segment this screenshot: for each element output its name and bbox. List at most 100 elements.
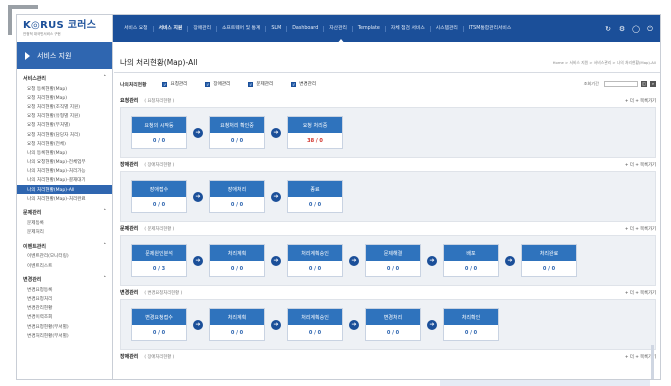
chevron-up-icon[interactable]: ˄ [104,209,107,216]
arrow-right-icon: ➔ [427,255,437,266]
more-link[interactable]: + 더 + 목록가기 [625,162,656,168]
checkbox-checked-icon[interactable]: ✓ [162,81,168,87]
nav-item[interactable]: Dashboard [287,25,325,32]
stage-count[interactable]: 0 / 0 [132,197,186,213]
more-link[interactable]: + 더 + 목록가기 [625,290,656,296]
stage-box[interactable]: 처리계획승인 0 / 0 [287,308,343,341]
sidebar-item[interactable]: 변경요청현황(부서별) [17,322,112,331]
sidebar-item[interactable]: 변경이력조회 [17,313,112,322]
stage-box[interactable]: 장애처리 0 / 0 [209,180,265,213]
sidebar-item[interactable]: 나의 처리현황(Map)-처리가능 [17,167,112,176]
nav-item[interactable]: 자체 점검 서비스 [386,25,431,32]
period-label: 조회기간 [583,81,599,86]
nav-item[interactable]: 소프트웨어 및 통계 [217,25,267,32]
filter-checkbox[interactable]: ✓ 문제관리 [248,81,273,87]
nav-item[interactable]: 자산관리 [324,25,353,32]
sidebar-item[interactable]: 나의 요청현황(Map)-전체업무 [17,158,112,167]
stage-count[interactable]: 0 / 0 [132,325,186,341]
stage-box[interactable]: 문제원인분석 0 / 3 [131,244,187,277]
stage-count[interactable]: 0 / 0 [132,133,186,149]
sidebar-group-title[interactable]: 서비스관리 ˄ [17,73,112,84]
stage-count[interactable]: 0 / 0 [366,325,420,341]
stage-count[interactable]: 0 / 0 [288,261,342,277]
refresh-icon[interactable]: ↻ [604,25,612,33]
stage-count[interactable]: 0 / 3 [132,261,186,277]
stage-count[interactable]: 0 / 0 [522,261,576,277]
sidebar-item[interactable]: 이벤트리스트 [17,261,112,270]
stage-box[interactable]: 처리확인 0 / 0 [443,308,499,341]
sidebar-item[interactable]: 요청 등록현황(Map) [17,84,112,93]
checkbox-checked-icon[interactable]: ✓ [291,81,297,87]
chevron-up-icon[interactable]: ˄ [104,75,107,82]
stage-count[interactable]: 0 / 0 [210,325,264,341]
sidebar-item[interactable]: 요청 처리현황(조직별 지원) [17,102,112,111]
checkbox-checked-icon[interactable]: ✓ [248,81,254,87]
stage-count[interactable]: 0 / 0 [444,261,498,277]
nav-item[interactable]: ITSM통합관리서비스 [464,26,516,32]
stage-count[interactable]: 0 / 0 [288,197,342,213]
stage-count[interactable]: 0 / 0 [210,197,264,213]
sidebar-item[interactable]: 변경요청처리 [17,294,112,303]
nav-item[interactable]: Template [353,25,386,32]
sidebar-item[interactable]: 변경처리현황(부서별) [17,331,112,340]
stage-count[interactable]: 0 / 0 [366,261,420,277]
sidebar-item[interactable]: 나의 처리현황(Map)-처리완료 [17,194,112,203]
stage-count[interactable]: 0 / 0 [288,325,342,341]
stage-box[interactable]: 배포 0 / 0 [443,244,499,277]
filter-checkbox[interactable]: ✓ 장애관리 [205,81,230,87]
stage-count[interactable]: 38 / 0 [288,133,342,149]
sidebar-item[interactable]: 나의 등록현황(Map) [17,148,112,157]
chevron-up-icon[interactable]: ˄ [104,276,107,283]
sidebar-item[interactable]: 나의 처리현황(Map)-All [17,185,112,195]
sidebar-item[interactable]: 요청 처리현황(부처별) [17,121,112,130]
user-icon[interactable]: ◯ [632,25,640,33]
stage-box[interactable]: 처리계획승인 0 / 0 [287,244,343,277]
stage-box[interactable]: 처리완료 0 / 0 [521,244,577,277]
sidebar-group-title[interactable]: 변경관리 ˄ [17,274,112,285]
period-select[interactable] [604,81,638,87]
stage-box[interactable]: 요청처리 확인중 0 / 0 [209,116,265,149]
calendar-button[interactable]: ◫ [641,81,647,87]
sidebar-item[interactable]: 문제등록 [17,218,112,227]
section-title: 장애관리 [120,162,139,168]
filter-checkbox[interactable]: ✓ 변경관리 [291,81,316,87]
stage-box[interactable]: 종료 0 / 0 [287,180,343,213]
checkbox-checked-icon[interactable]: ✓ [205,81,211,87]
sidebar-item[interactable]: 요청 처리현황(담당자 처리) [17,130,112,139]
stage-count[interactable]: 0 / 0 [210,133,264,149]
stage-count[interactable]: 0 / 0 [210,261,264,277]
sidebar-item[interactable]: 나의 처리현황(Map)-결재대기 [17,176,112,185]
filter-checkbox[interactable]: ✓ 요청관리 [162,81,187,87]
stage-box[interactable]: 요청 처리중 38 / 0 [287,116,343,149]
nav-item[interactable]: 시스템관리 [431,25,464,32]
more-link[interactable]: + 더 + 목록가기 [625,98,656,104]
sidebar-item[interactable]: 변경관리현황 [17,304,112,313]
sidebar-item[interactable]: 요청 처리현황(전체) [17,139,112,148]
sidebar-item[interactable]: 요청 처리현황(유형별 지원) [17,112,112,121]
stage-label: 요청처리 확인중 [210,117,264,133]
sidebar-item[interactable]: 변경요청등록 [17,285,112,294]
gear-icon[interactable]: ⚙ [618,25,626,33]
power-icon[interactable]: ⏻ [646,25,654,33]
stage-box[interactable]: 요청의 시작등 0 / 0 [131,116,187,149]
nav-item[interactable]: SLM [266,25,288,32]
stage-box[interactable]: 처리계획 0 / 0 [209,308,265,341]
stage-count[interactable]: 0 / 0 [444,325,498,341]
more-link[interactable]: + 더 + 목록가기 [625,226,656,232]
sidebar-item[interactable]: 문제처리 [17,228,112,237]
chevron-up-icon[interactable]: ˄ [104,243,107,250]
logo[interactable]: K◎RUS 코러스 안정적 대국민서비스 구현 [17,15,113,42]
stage-box[interactable]: 처리계획 0 / 0 [209,244,265,277]
search-button[interactable]: ⌕ [650,81,656,87]
stage-box[interactable]: 변경처리 0 / 0 [365,308,421,341]
stage-box[interactable]: 문제해결 0 / 0 [365,244,421,277]
sidebar-item[interactable]: 이벤트관리(모니터링) [17,252,112,261]
sidebar-group-title[interactable]: 문제관리 ˄ [17,207,112,218]
stage-box[interactable]: 장애접수 0 / 0 [131,180,187,213]
nav-item[interactable]: 서비스 요청 [119,25,154,32]
sidebar-item[interactable]: 요청 처리현황(Map) [17,93,112,102]
sidebar-group-title[interactable]: 이벤트관리 ˄ [17,241,112,252]
stage-box[interactable]: 변경요청접수 0 / 0 [131,308,187,341]
nav-item[interactable]: 장애관리 [188,25,217,32]
nav-item[interactable]: 서비스 지원 [154,25,189,32]
